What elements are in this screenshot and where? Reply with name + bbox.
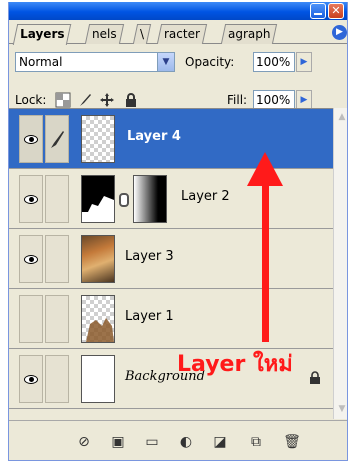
- blend-mode-select[interactable]: Normal ▼: [15, 52, 175, 72]
- chain-link-icon[interactable]: [119, 193, 129, 207]
- layer-thumbnail: [81, 295, 115, 343]
- lock-icon: [310, 371, 320, 384]
- layers-scrollbar[interactable]: ▲ ▼: [333, 108, 347, 419]
- eye-icon: [24, 135, 38, 144]
- visibility-toggle[interactable]: [19, 295, 43, 343]
- eye-icon: [24, 375, 38, 384]
- chevron-down-icon[interactable]: ▼: [157, 53, 174, 71]
- tab-layers[interactable]: Layers: [12, 24, 72, 45]
- layer-thumbnail: [81, 115, 115, 163]
- visibility-toggle[interactable]: [19, 175, 43, 223]
- visibility-toggle[interactable]: [19, 355, 43, 403]
- scroll-up-icon[interactable]: ▲: [335, 110, 347, 124]
- lock-all-icon[interactable]: [123, 92, 139, 108]
- delete-layer-icon[interactable]: 🗑: [281, 431, 303, 453]
- link-layers-icon[interactable]: ⊘: [73, 431, 95, 453]
- blend-mode-value: Normal: [19, 55, 63, 69]
- fill-slider-arrow-icon[interactable]: ▶: [296, 90, 312, 110]
- new-group-icon[interactable]: ◐: [175, 431, 197, 453]
- scroll-down-icon[interactable]: ▼: [335, 402, 347, 416]
- red-arrow-annotation: [247, 152, 283, 342]
- eye-icon: [24, 255, 38, 264]
- opacity-field[interactable]: 100%: [253, 52, 295, 72]
- visibility-toggle[interactable]: [19, 235, 43, 283]
- layer-thumbnail: [81, 355, 115, 403]
- opacity-label: Opacity:: [185, 55, 235, 69]
- annotation-new-layer: Layer ใหม่: [177, 352, 293, 377]
- panel-title-bar: ✕: [9, 2, 347, 20]
- tab-paths[interactable]: \: [132, 24, 152, 44]
- link-cell[interactable]: [45, 355, 69, 403]
- layer-name[interactable]: Layer 4: [127, 129, 181, 145]
- opacity-slider-arrow-icon[interactable]: ▶: [296, 52, 312, 72]
- adjustment-layer-icon[interactable]: ◪: [209, 431, 231, 453]
- visibility-toggle[interactable]: [19, 115, 43, 163]
- layers-panel: ✕ Layers nels \ racter agraph ▶ Normal ▼…: [8, 2, 348, 461]
- brush-indicator[interactable]: [45, 115, 69, 163]
- layer-thumbnail: [81, 235, 115, 283]
- tab-channels[interactable]: nels: [84, 24, 124, 44]
- layer-name[interactable]: Layer 3: [125, 249, 174, 265]
- lock-transparency-icon[interactable]: [55, 92, 71, 108]
- new-layer-icon[interactable]: ⧉: [245, 431, 267, 453]
- lock-brush-icon[interactable]: [77, 92, 93, 108]
- mask-icon[interactable]: ▭: [141, 431, 163, 453]
- layer-name[interactable]: Layer 2: [181, 189, 230, 205]
- lock-label: Lock:: [15, 93, 47, 107]
- layer-style-icon[interactable]: ▣: [107, 431, 129, 453]
- layer-name[interactable]: Layer 1: [125, 309, 174, 325]
- link-cell[interactable]: [45, 295, 69, 343]
- panel-menu-arrow-icon[interactable]: ▶: [332, 25, 347, 40]
- link-cell[interactable]: [45, 175, 69, 223]
- eye-icon: [24, 195, 38, 204]
- brush-icon: [51, 131, 64, 148]
- layers-toolbar: ⊘ ▣ ▭ ◐ ◪ ⧉ 🗑: [9, 420, 347, 460]
- close-button[interactable]: ✕: [328, 3, 344, 19]
- layer-mask-thumbnail[interactable]: [133, 175, 167, 223]
- lock-move-icon[interactable]: [99, 92, 115, 108]
- layer-thumbnail: [81, 175, 115, 223]
- minimize-button[interactable]: [310, 3, 326, 19]
- link-cell[interactable]: [45, 235, 69, 283]
- tab-character[interactable]: racter: [156, 24, 208, 44]
- tab-paragraph[interactable]: agraph: [220, 24, 278, 44]
- fill-field[interactable]: 100%: [253, 90, 295, 110]
- fill-label: Fill:: [227, 93, 248, 107]
- panel-tabs: Layers nels \ racter agraph ▶: [9, 20, 347, 45]
